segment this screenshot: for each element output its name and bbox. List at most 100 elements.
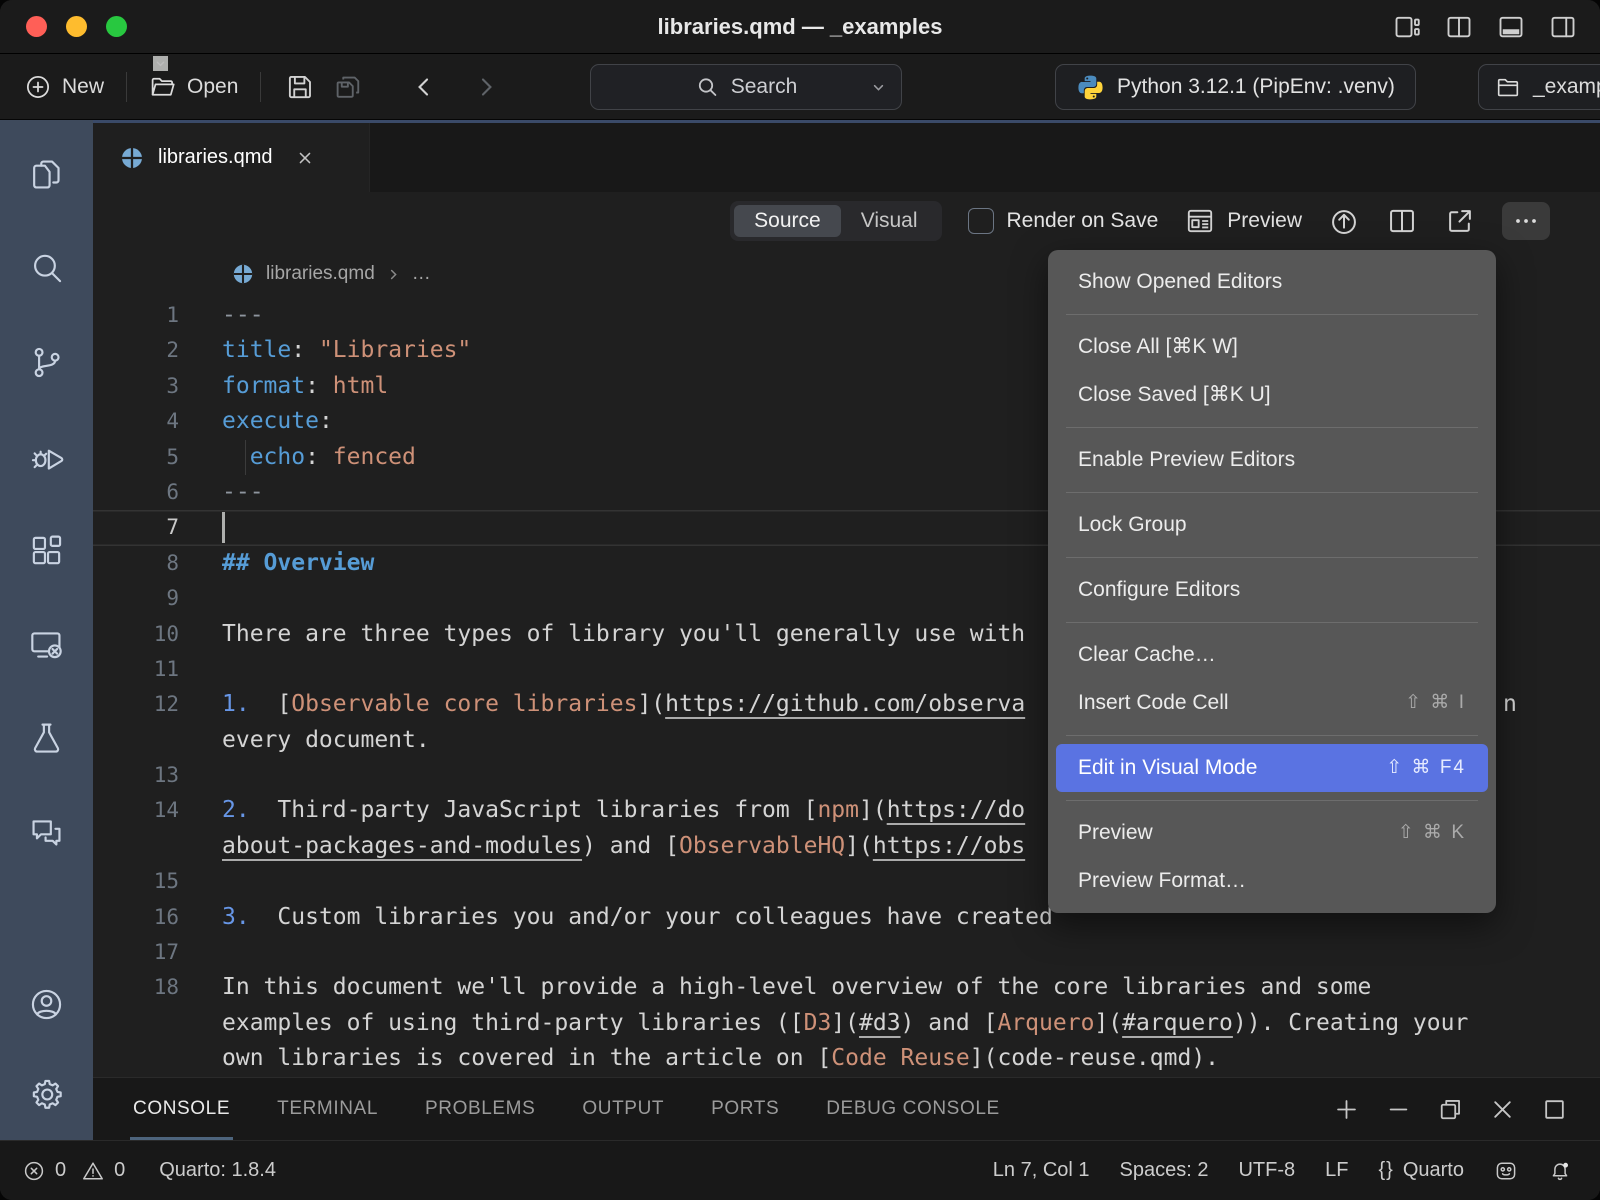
- menu-item-label: Preview: [1078, 809, 1153, 857]
- sidebar-item-comments[interactable]: [15, 800, 79, 864]
- source-mode-button[interactable]: Source: [734, 205, 841, 237]
- code-line-wrap[interactable]: own libraries is covered in the article …: [93, 1041, 1600, 1076]
- save-all-button[interactable]: [331, 70, 365, 104]
- line-number: 12: [93, 687, 179, 722]
- save-button[interactable]: [283, 70, 317, 104]
- chevron-right-icon: [386, 267, 401, 282]
- menu-item-shortcut: ⇧ ⌘ I: [1405, 679, 1466, 727]
- render-on-save-checkbox[interactable]: [968, 208, 994, 234]
- language-mode-status[interactable]: {} Quarto: [1378, 1159, 1464, 1182]
- visual-mode-button[interactable]: Visual: [841, 205, 938, 237]
- sidebar-item-extensions[interactable]: [15, 518, 79, 582]
- text-cursor: [222, 512, 225, 543]
- line-number: 16: [93, 900, 179, 935]
- layout-grid-icon[interactable]: [1392, 12, 1422, 42]
- forward-button[interactable]: [469, 70, 503, 104]
- maximize-square-icon[interactable]: [1541, 1096, 1568, 1123]
- split-editor-icon[interactable]: [1386, 205, 1418, 237]
- sidebar-item-settings[interactable]: [15, 1062, 79, 1126]
- cursor-position-status[interactable]: Ln 7, Col 1: [993, 1159, 1090, 1182]
- sidebar-item-account[interactable]: [15, 972, 79, 1036]
- project-selector[interactable]: _examples: [1478, 64, 1600, 110]
- encoding-status[interactable]: UTF-8: [1238, 1159, 1295, 1182]
- line-number: 9: [93, 581, 179, 616]
- sidebar-item-search[interactable]: [15, 236, 79, 300]
- eol-status[interactable]: LF: [1325, 1159, 1348, 1182]
- menu-item-insert-code-cell[interactable]: Insert Code Cell⇧ ⌘ I: [1056, 679, 1488, 727]
- close-window-button[interactable]: [26, 16, 47, 37]
- global-search-box[interactable]: Search: [590, 64, 902, 110]
- close-tab-icon[interactable]: [295, 148, 315, 168]
- code-line-17[interactable]: 17: [93, 935, 1600, 970]
- split-columns-icon[interactable]: [1444, 12, 1474, 42]
- sidebar-item-console-sessions[interactable]: [15, 612, 79, 676]
- panel-tab-problems[interactable]: PROBLEMS: [425, 1078, 535, 1140]
- monitor-x-icon: [28, 626, 65, 663]
- line-number: 14: [93, 793, 179, 828]
- panel-bottom-icon[interactable]: [1496, 12, 1526, 42]
- minimize-window-button[interactable]: [66, 16, 87, 37]
- menu-item-preview[interactable]: Preview⇧ ⌘ K: [1056, 809, 1488, 857]
- breadcrumb-more[interactable]: …: [412, 263, 431, 285]
- maximize-window-button[interactable]: [106, 16, 127, 37]
- line-number: 11: [93, 652, 179, 687]
- files-icon: [28, 156, 65, 193]
- plus-icon[interactable]: [1333, 1096, 1360, 1123]
- line-number: 1: [93, 298, 179, 333]
- menu-item-show-opened-editors[interactable]: Show Opened Editors: [1056, 258, 1488, 306]
- search-label: Search: [731, 75, 798, 99]
- notifications-bell-icon[interactable]: [1548, 1159, 1572, 1183]
- line-number: 5: [93, 440, 179, 475]
- back-button[interactable]: [407, 70, 441, 104]
- menu-item-preview-format[interactable]: Preview Format…: [1056, 857, 1488, 905]
- render-circle-arrow-icon[interactable]: [1328, 205, 1360, 237]
- panel-tab-ports[interactable]: PORTS: [711, 1078, 779, 1140]
- sidebar-item-explorer[interactable]: [15, 142, 79, 206]
- project-label: _examples: [1533, 75, 1600, 99]
- code-line-18[interactable]: 18In this document we'll provide a high-…: [93, 970, 1600, 1005]
- interpreter-selector[interactable]: Python 3.12.1 (PipEnv: .venv): [1055, 64, 1416, 110]
- panel-tab-terminal[interactable]: TERMINAL: [277, 1078, 378, 1140]
- menu-item-label: Lock Group: [1078, 501, 1187, 549]
- menu-item-close-saved-k-u[interactable]: Close Saved [⌘K U]: [1056, 371, 1488, 419]
- panel-right-icon[interactable]: [1548, 12, 1578, 42]
- panel-tab-debug-console[interactable]: DEBUG CONSOLE: [826, 1078, 1000, 1140]
- open-button[interactable]: Open: [149, 73, 238, 101]
- new-button[interactable]: New: [24, 73, 104, 101]
- quarto-file-icon: [231, 262, 255, 286]
- menu-item-label: Edit in Visual Mode: [1078, 744, 1257, 792]
- menu-item-edit-in-visual-mode[interactable]: Edit in Visual Mode⇧ ⌘ F4: [1056, 744, 1488, 792]
- problems-status[interactable]: 0 0: [22, 1159, 125, 1183]
- more-actions-button[interactable]: [1502, 202, 1550, 240]
- menu-item-close-all-k-w[interactable]: Close All [⌘K W]: [1056, 323, 1488, 371]
- sidebar-item-source-control[interactable]: [15, 330, 79, 394]
- restore-icon[interactable]: [1437, 1096, 1464, 1123]
- sidebar-item-run-debug[interactable]: [15, 424, 79, 488]
- line-number: 15: [93, 864, 179, 899]
- menu-item-configure-editors[interactable]: Configure Editors: [1056, 566, 1488, 614]
- line-number: 3: [93, 369, 179, 404]
- quarto-version-status[interactable]: Quarto: 1.8.4: [159, 1159, 276, 1182]
- menu-item-lock-group[interactable]: Lock Group: [1056, 501, 1488, 549]
- panel-tab-bar: CONSOLE TERMINAL PROBLEMS OUTPUT PORTS DEBUG …: [93, 1077, 1600, 1140]
- sidebar-item-testing[interactable]: [15, 706, 79, 770]
- open-external-icon[interactable]: [1444, 205, 1476, 237]
- tab-libraries-qmd[interactable]: libraries.qmd: [93, 123, 370, 192]
- feedback-smiley-icon[interactable]: [1494, 1159, 1518, 1183]
- panel-tab-console[interactable]: CONSOLE: [133, 1078, 230, 1140]
- indentation-status[interactable]: Spaces: 2: [1120, 1159, 1209, 1182]
- menu-item-clear-cache[interactable]: Clear Cache…: [1056, 631, 1488, 679]
- minimize-dash-icon[interactable]: [1385, 1096, 1412, 1123]
- preview-button[interactable]: Preview: [1184, 205, 1302, 237]
- menu-separator: [1066, 735, 1478, 736]
- chevron-down-icon[interactable]: [870, 79, 887, 96]
- panel-tab-output[interactable]: OUTPUT: [582, 1078, 664, 1140]
- status-bar: 0 0 Quarto: 1.8.4 Ln 7, Col 1 Spaces: 2 …: [0, 1140, 1600, 1200]
- divider: [126, 72, 127, 102]
- source-visual-toggle: Source Visual: [730, 201, 941, 241]
- render-on-save-group: Render on Save: [968, 208, 1159, 234]
- close-icon[interactable]: [1489, 1096, 1516, 1123]
- breadcrumb-file[interactable]: libraries.qmd: [266, 263, 375, 285]
- menu-item-enable-preview-editors[interactable]: Enable Preview Editors: [1056, 436, 1488, 484]
- code-line-wrap[interactable]: examples of using third-party libraries …: [93, 1006, 1600, 1041]
